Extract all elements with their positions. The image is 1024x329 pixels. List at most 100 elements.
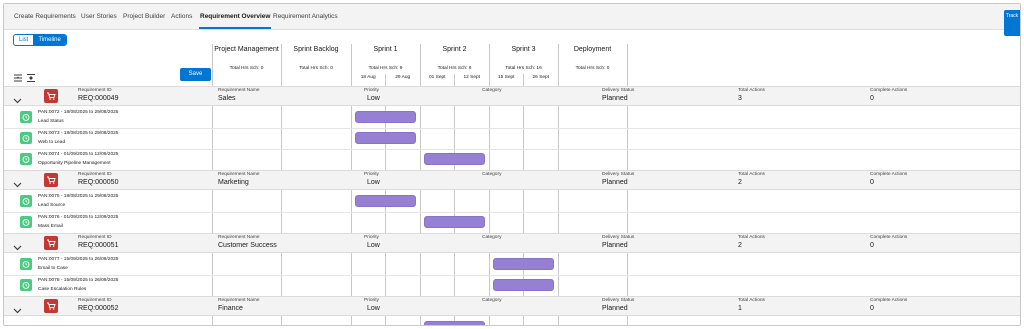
timeline-bar[interactable] — [355, 132, 416, 144]
field-label-total: Total Actions — [738, 172, 765, 177]
sprint-date: 29 Aug — [395, 75, 411, 80]
field-label-total: Total Actions — [738, 88, 765, 93]
field-value-total: 2 — [738, 179, 742, 186]
expand-all-icon[interactable] — [26, 70, 36, 82]
view-toggle: List Timeline — [13, 34, 67, 46]
field-label-name: Requirement Name — [218, 298, 260, 303]
timeline-bar[interactable] — [493, 258, 554, 270]
action-name: Lead Status — [38, 119, 64, 124]
action-dates[interactable]: PAN:0073 - 18/08/2025 to 29/08/2025 — [38, 131, 118, 136]
action-dates[interactable]: PAN:0077 - 15/09/2025 to 26/09/2025 — [38, 257, 118, 262]
sprint-date: 01 Sept — [428, 75, 446, 80]
phase-header: Project Management Total Hrs Sch: 0 — [212, 41, 281, 86]
phase-total-hours: Total Hrs Sch: 6 — [437, 66, 472, 71]
action-dates[interactable]: PAN:0076 - 01/09/2025 to 12/09/2025 — [38, 215, 118, 220]
tab-project-builder[interactable]: Project Builder — [123, 13, 165, 20]
field-label-status: Delivery Status — [602, 235, 635, 240]
requirement-row[interactable] — [4, 296, 1020, 316]
phase-header: Sprint Backlog Total Hrs Sch: 0 — [281, 41, 351, 86]
field-label-id: Requirement ID — [78, 172, 112, 177]
action-dates[interactable]: PAN:0072 - 18/08/2025 to 29/08/2025 — [38, 110, 118, 115]
cart-icon — [44, 89, 58, 103]
action-status-icon — [20, 258, 32, 270]
action-name: Case Escalation Rules — [38, 287, 87, 292]
action-name: Opportunity Pipeline Management — [38, 161, 111, 166]
chevron-down-icon[interactable] — [13, 92, 22, 104]
field-label-priority: Priority — [364, 88, 379, 93]
action-dates[interactable]: PAN:0074 - 01/09/2025 to 12/09/2025 — [38, 152, 118, 157]
field-value-name: Sales — [218, 95, 236, 102]
field-value-status: Planned — [602, 179, 628, 186]
action-status-icon — [20, 111, 32, 123]
phase-total-hours: Total Hrs Sch: 0 — [575, 66, 610, 71]
phase-name: Project Management — [214, 46, 279, 53]
timeline-bar[interactable] — [493, 279, 554, 291]
tab-create-requirements[interactable]: Create Requirements — [14, 13, 76, 20]
field-label-status: Delivery Status — [602, 298, 635, 303]
tab-user-stories[interactable]: User Stories — [81, 13, 117, 20]
field-value-priority: Low — [367, 179, 380, 186]
phase-total-hours: Total Hrs Sch: 9 — [368, 66, 403, 71]
field-label-status: Delivery Status — [602, 172, 635, 177]
timeline-view-button[interactable]: Timeline — [33, 35, 66, 45]
timeline-bar[interactable] — [424, 216, 485, 228]
tab-bar: Create Requirements User Stories Project B… — [4, 4, 1020, 30]
tab-actions[interactable]: Actions — [171, 13, 192, 20]
row-divider — [4, 275, 1020, 276]
requirement-row[interactable] — [4, 86, 1020, 106]
field-label-id: Requirement ID — [78, 298, 112, 303]
requirement-overview-panel: Create Requirements User Stories Project B… — [3, 3, 1021, 326]
field-value-name: Marketing — [218, 179, 249, 186]
collapse-all-icon[interactable] — [13, 70, 23, 82]
track-button[interactable]: Track — [1004, 10, 1020, 36]
phase-name: Deployment — [573, 46, 612, 53]
action-dates[interactable]: PAN:0078 - 15/09/2025 to 26/09/2025 — [38, 278, 118, 283]
field-value-total: 1 — [738, 305, 742, 312]
field-label-complete: Complete Actions — [870, 172, 908, 177]
action-name: Mass Email — [38, 224, 63, 229]
field-label-name: Requirement Name — [218, 235, 260, 240]
field-label-id: Requirement ID — [78, 235, 112, 240]
requirement-row[interactable] — [4, 170, 1020, 190]
field-value-status: Planned — [602, 95, 628, 102]
action-status-icon — [20, 216, 32, 228]
cart-icon — [44, 299, 58, 313]
list-view-button[interactable]: List — [14, 35, 33, 45]
timeline-bar[interactable] — [355, 195, 416, 207]
field-label-name: Requirement Name — [218, 172, 260, 177]
timeline-bar[interactable] — [355, 111, 416, 123]
chevron-down-icon[interactable] — [13, 176, 22, 188]
sprint-date: 15 Sept — [497, 75, 515, 80]
action-status-icon — [20, 132, 32, 144]
field-value-total: 3 — [738, 95, 742, 102]
sprint-date: 26 Sept — [532, 75, 550, 80]
field-label-total: Total Actions — [738, 298, 765, 303]
sprint-date: 12 Sept — [463, 75, 481, 80]
tab-requirement-overview[interactable]: Requirement Overview — [198, 13, 272, 29]
field-value-complete: 0 — [870, 95, 874, 102]
phase-name: Sprint 3 — [511, 46, 536, 53]
phase-total-hours: Total Hrs Sch: 16 — [505, 66, 542, 71]
tab-requirement-analytics[interactable]: Requirement Analytics — [273, 13, 338, 20]
requirement-row[interactable] — [4, 233, 1020, 253]
timeline-bar[interactable] — [424, 321, 485, 325]
field-label-total: Total Actions — [738, 235, 765, 240]
save-button[interactable]: Save — [180, 68, 211, 81]
field-label-complete: Complete Actions — [870, 235, 908, 240]
field-value-complete: 0 — [870, 179, 874, 186]
field-label-complete: Complete Actions — [870, 88, 908, 93]
action-name: Lead Source — [38, 203, 66, 208]
cart-icon — [44, 173, 58, 187]
field-value-complete: 0 — [870, 305, 874, 312]
timeline-bar[interactable] — [424, 153, 485, 165]
chevron-down-icon[interactable] — [13, 302, 22, 314]
phase-name: Sprint 2 — [442, 46, 467, 53]
action-status-icon — [20, 195, 32, 207]
chevron-down-icon[interactable] — [13, 239, 22, 251]
field-label-id: Requirement ID — [78, 88, 112, 93]
action-dates[interactable]: PAN:0075 - 18/08/2025 to 29/08/2025 — [38, 194, 118, 199]
field-label-category: Category — [482, 172, 502, 177]
field-value-id: REQ:000051 — [78, 242, 119, 249]
field-value-name: Customer Success — [218, 242, 277, 249]
phase-header: Deployment Total Hrs Sch: 0 — [558, 41, 627, 86]
